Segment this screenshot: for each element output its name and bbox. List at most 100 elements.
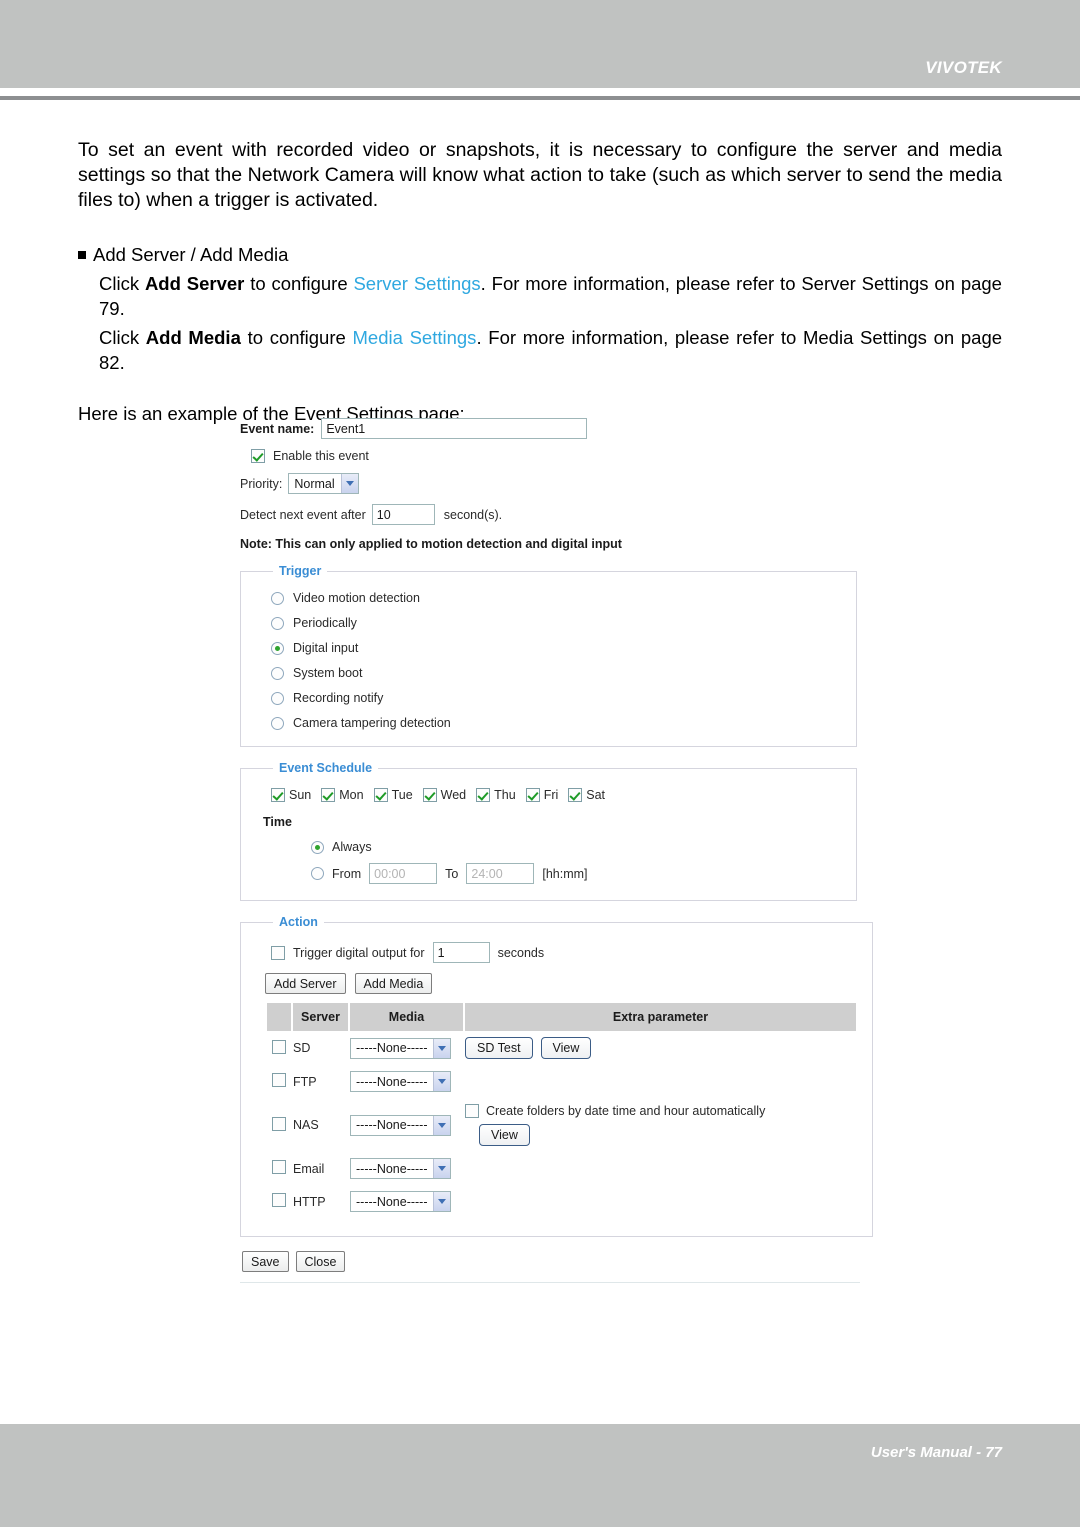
trigger-option-system-boot[interactable]: System boot (271, 666, 842, 680)
row-checkbox-ftp[interactable] (272, 1073, 286, 1087)
chevron-down-icon (432, 1115, 450, 1135)
trigger-option-digital-input[interactable]: Digital input (271, 641, 842, 655)
action-table: Server Media Extra parameter SD -----Non… (265, 1003, 858, 1218)
day-thu[interactable]: Thu (476, 788, 516, 802)
add-server-text-1: Click (99, 273, 145, 294)
extra-email (465, 1152, 856, 1185)
event-name-label: Event name: (240, 421, 315, 436)
nas-view-button[interactable]: View (479, 1124, 530, 1146)
priority-select[interactable]: Normal (288, 473, 360, 494)
day-wed[interactable]: Wed (422, 788, 466, 802)
trigger-radio-camera-tampering-detection[interactable] (271, 716, 284, 730)
event-name-input[interactable] (321, 418, 588, 439)
enable-event-label: Enable this event (273, 449, 369, 463)
trigger-option-recording-notify[interactable]: Recording notify (271, 691, 842, 705)
action-panel: Action Trigger digital output for second… (240, 915, 873, 1237)
table-row: Email -----None----- (267, 1152, 856, 1185)
time-from-input[interactable] (369, 863, 438, 884)
add-media-text-2: to configure (240, 327, 353, 348)
day-label-sun: Sun (289, 788, 312, 802)
add-media-button[interactable]: Add Media (354, 973, 433, 994)
time-radio-from[interactable] (311, 867, 324, 880)
time-radio-always[interactable] (311, 840, 324, 854)
time-option-range[interactable]: From To [hh:mm] (311, 863, 842, 884)
day-checkbox-tue[interactable] (373, 788, 388, 802)
trigger-option-video-motion-detection[interactable]: Video motion detection (271, 591, 842, 605)
trigger-option-camera-tampering-detection[interactable]: Camera tampering detection (271, 716, 842, 730)
trigger-radio-system-boot[interactable] (271, 666, 284, 680)
row-checkbox-http[interactable] (272, 1193, 286, 1207)
time-option-always[interactable]: Always (311, 840, 842, 854)
trigger-radio-video-motion-detection[interactable] (271, 591, 284, 605)
media-select-ftp[interactable]: -----None----- (350, 1071, 451, 1092)
footer-page-label: User's Manual - 77 (870, 1444, 1002, 1461)
row-checkbox-nas[interactable] (272, 1116, 286, 1131)
row-server-nas: NAS (293, 1118, 319, 1132)
trigger-panel: Trigger Video motion detection Periodica… (240, 564, 857, 747)
save-button[interactable]: Save (242, 1251, 289, 1272)
day-tue[interactable]: Tue (373, 788, 413, 802)
detect-next-event-input[interactable] (371, 504, 435, 525)
detect-next-event-row: Detect next event after second(s). (240, 504, 860, 525)
server-settings-link[interactable]: Server Settings (353, 273, 480, 294)
time-to-input[interactable] (466, 863, 535, 884)
row-server-ftp: FTP (293, 1074, 317, 1089)
digital-output-checkbox[interactable] (271, 945, 285, 960)
media-select-http-value: -----None----- (356, 1194, 428, 1209)
day-checkbox-mon[interactable] (321, 788, 336, 802)
event-settings-form: Event name: Enable this event Priority: … (240, 418, 873, 1283)
table-row: SD -----None----- SD Test View (267, 1031, 856, 1065)
day-checkbox-sat[interactable] (568, 788, 583, 802)
time-format-hint: [hh:mm] (542, 866, 588, 881)
day-label-sat: Sat (586, 788, 606, 802)
sd-view-button[interactable]: View (540, 1037, 592, 1059)
media-select-nas[interactable]: -----None----- (350, 1114, 451, 1136)
row-checkbox-email[interactable] (272, 1160, 286, 1174)
media-select-email[interactable]: -----None----- (350, 1158, 451, 1179)
day-mon[interactable]: Mon (321, 788, 364, 802)
action-table-header-row: Server Media Extra parameter (267, 1003, 856, 1031)
trigger-label-system-boot: System boot (293, 666, 363, 680)
day-sat[interactable]: Sat (568, 788, 605, 802)
intro-paragraph: To set an event with recorded video or s… (78, 139, 1002, 211)
chevron-down-icon (341, 474, 359, 493)
table-row: HTTP -----None----- (267, 1185, 856, 1218)
event-name-row: Event name: (240, 418, 860, 439)
day-fri[interactable]: Fri (525, 788, 558, 802)
day-checkbox-thu[interactable] (476, 788, 491, 802)
chevron-down-icon (432, 1038, 450, 1058)
day-checkbox-sun[interactable] (271, 788, 285, 802)
day-sun[interactable]: Sun (271, 788, 311, 802)
row-checkbox-sd[interactable] (272, 1039, 286, 1054)
page-header-band: VIVOTEK (0, 0, 1080, 88)
trigger-radio-digital-input[interactable] (271, 641, 284, 655)
sd-test-button[interactable]: SD Test (465, 1037, 533, 1059)
trigger-option-periodically[interactable]: Periodically (271, 616, 842, 630)
media-select-sd[interactable]: -----None----- (350, 1037, 451, 1059)
add-media-bold: Add Media (145, 327, 241, 348)
media-settings-link[interactable]: Media Settings (353, 327, 477, 348)
chevron-down-icon (432, 1192, 450, 1211)
media-select-http[interactable]: -----None----- (350, 1191, 451, 1212)
digital-output-seconds-input[interactable] (432, 942, 490, 963)
close-button[interactable]: Close (295, 1251, 346, 1272)
enable-event-row: Enable this event (251, 449, 860, 463)
nas-create-folders-row[interactable]: Create folders by date time and hour aut… (465, 1104, 856, 1118)
trigger-radio-periodically[interactable] (271, 616, 284, 630)
time-label-to: To (445, 866, 459, 881)
day-checkbox-wed[interactable] (422, 788, 437, 802)
media-select-email-value: -----None----- (356, 1161, 428, 1176)
add-media-instruction: Click Add Media to configure Media Setti… (99, 325, 1002, 375)
form-bottom-rule (240, 1282, 860, 1283)
chevron-down-icon (432, 1072, 450, 1091)
enable-event-checkbox[interactable] (251, 449, 265, 463)
media-select-sd-value: -----None----- (356, 1041, 428, 1055)
action-col-server: Server (293, 1003, 348, 1031)
action-panel-legend: Action (279, 915, 318, 929)
trigger-radio-recording-notify[interactable] (271, 691, 284, 705)
event-schedule-legend: Event Schedule (279, 761, 373, 775)
nas-create-folders-checkbox[interactable] (465, 1104, 479, 1118)
action-buttons-row: Add Server Add Media (265, 973, 858, 994)
day-checkbox-fri[interactable] (525, 788, 540, 802)
add-server-button[interactable]: Add Server (265, 973, 346, 994)
